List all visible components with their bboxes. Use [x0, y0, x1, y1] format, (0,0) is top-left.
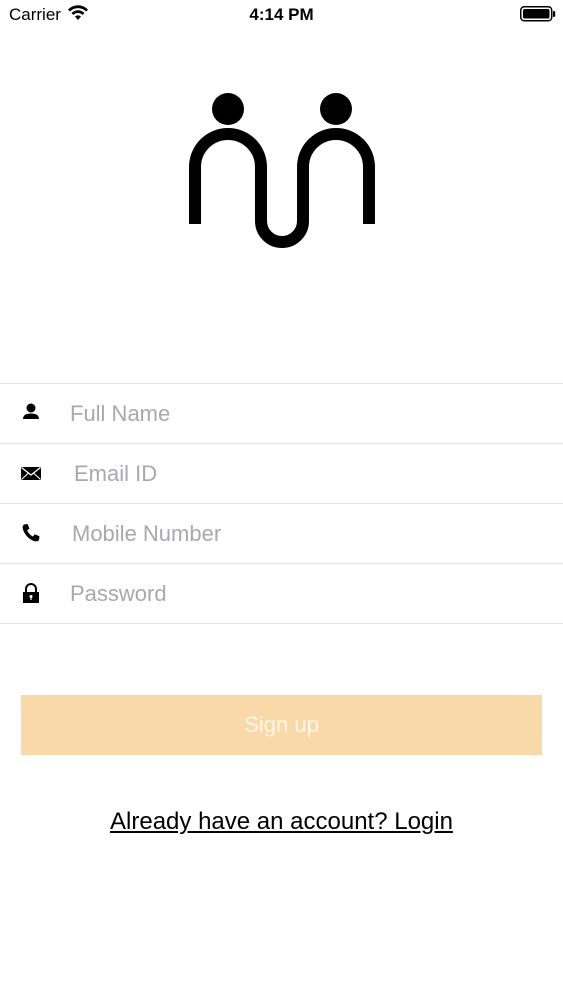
- battery-full-icon: [520, 6, 556, 22]
- full-name-field[interactable]: [70, 396, 540, 432]
- sign-up-button[interactable]: Sign up: [21, 695, 542, 755]
- lock-icon: [23, 583, 39, 603]
- status-time: 4:14 PM: [249, 5, 314, 24]
- two-people-connected-logo: [189, 93, 375, 248]
- envelope-icon: [21, 466, 41, 480]
- email-row: [0, 443, 563, 503]
- signup-screen: Carrier 4:14 PM Full Name Email ID Mobil…: [0, 0, 563, 1000]
- status-bar: Carrier 4:14 PM: [0, 0, 563, 30]
- mobile-number-field[interactable]: [72, 516, 542, 552]
- email-field[interactable]: [74, 456, 544, 492]
- signup-form: [0, 383, 563, 624]
- password-row: [0, 563, 563, 624]
- full-name-row: [0, 383, 563, 443]
- phone-icon: [22, 524, 40, 542]
- login-link[interactable]: Already have an account? Login: [0, 808, 563, 836]
- password-field[interactable]: [70, 576, 540, 612]
- person-icon: [23, 403, 39, 419]
- mobile-row: [0, 503, 563, 563]
